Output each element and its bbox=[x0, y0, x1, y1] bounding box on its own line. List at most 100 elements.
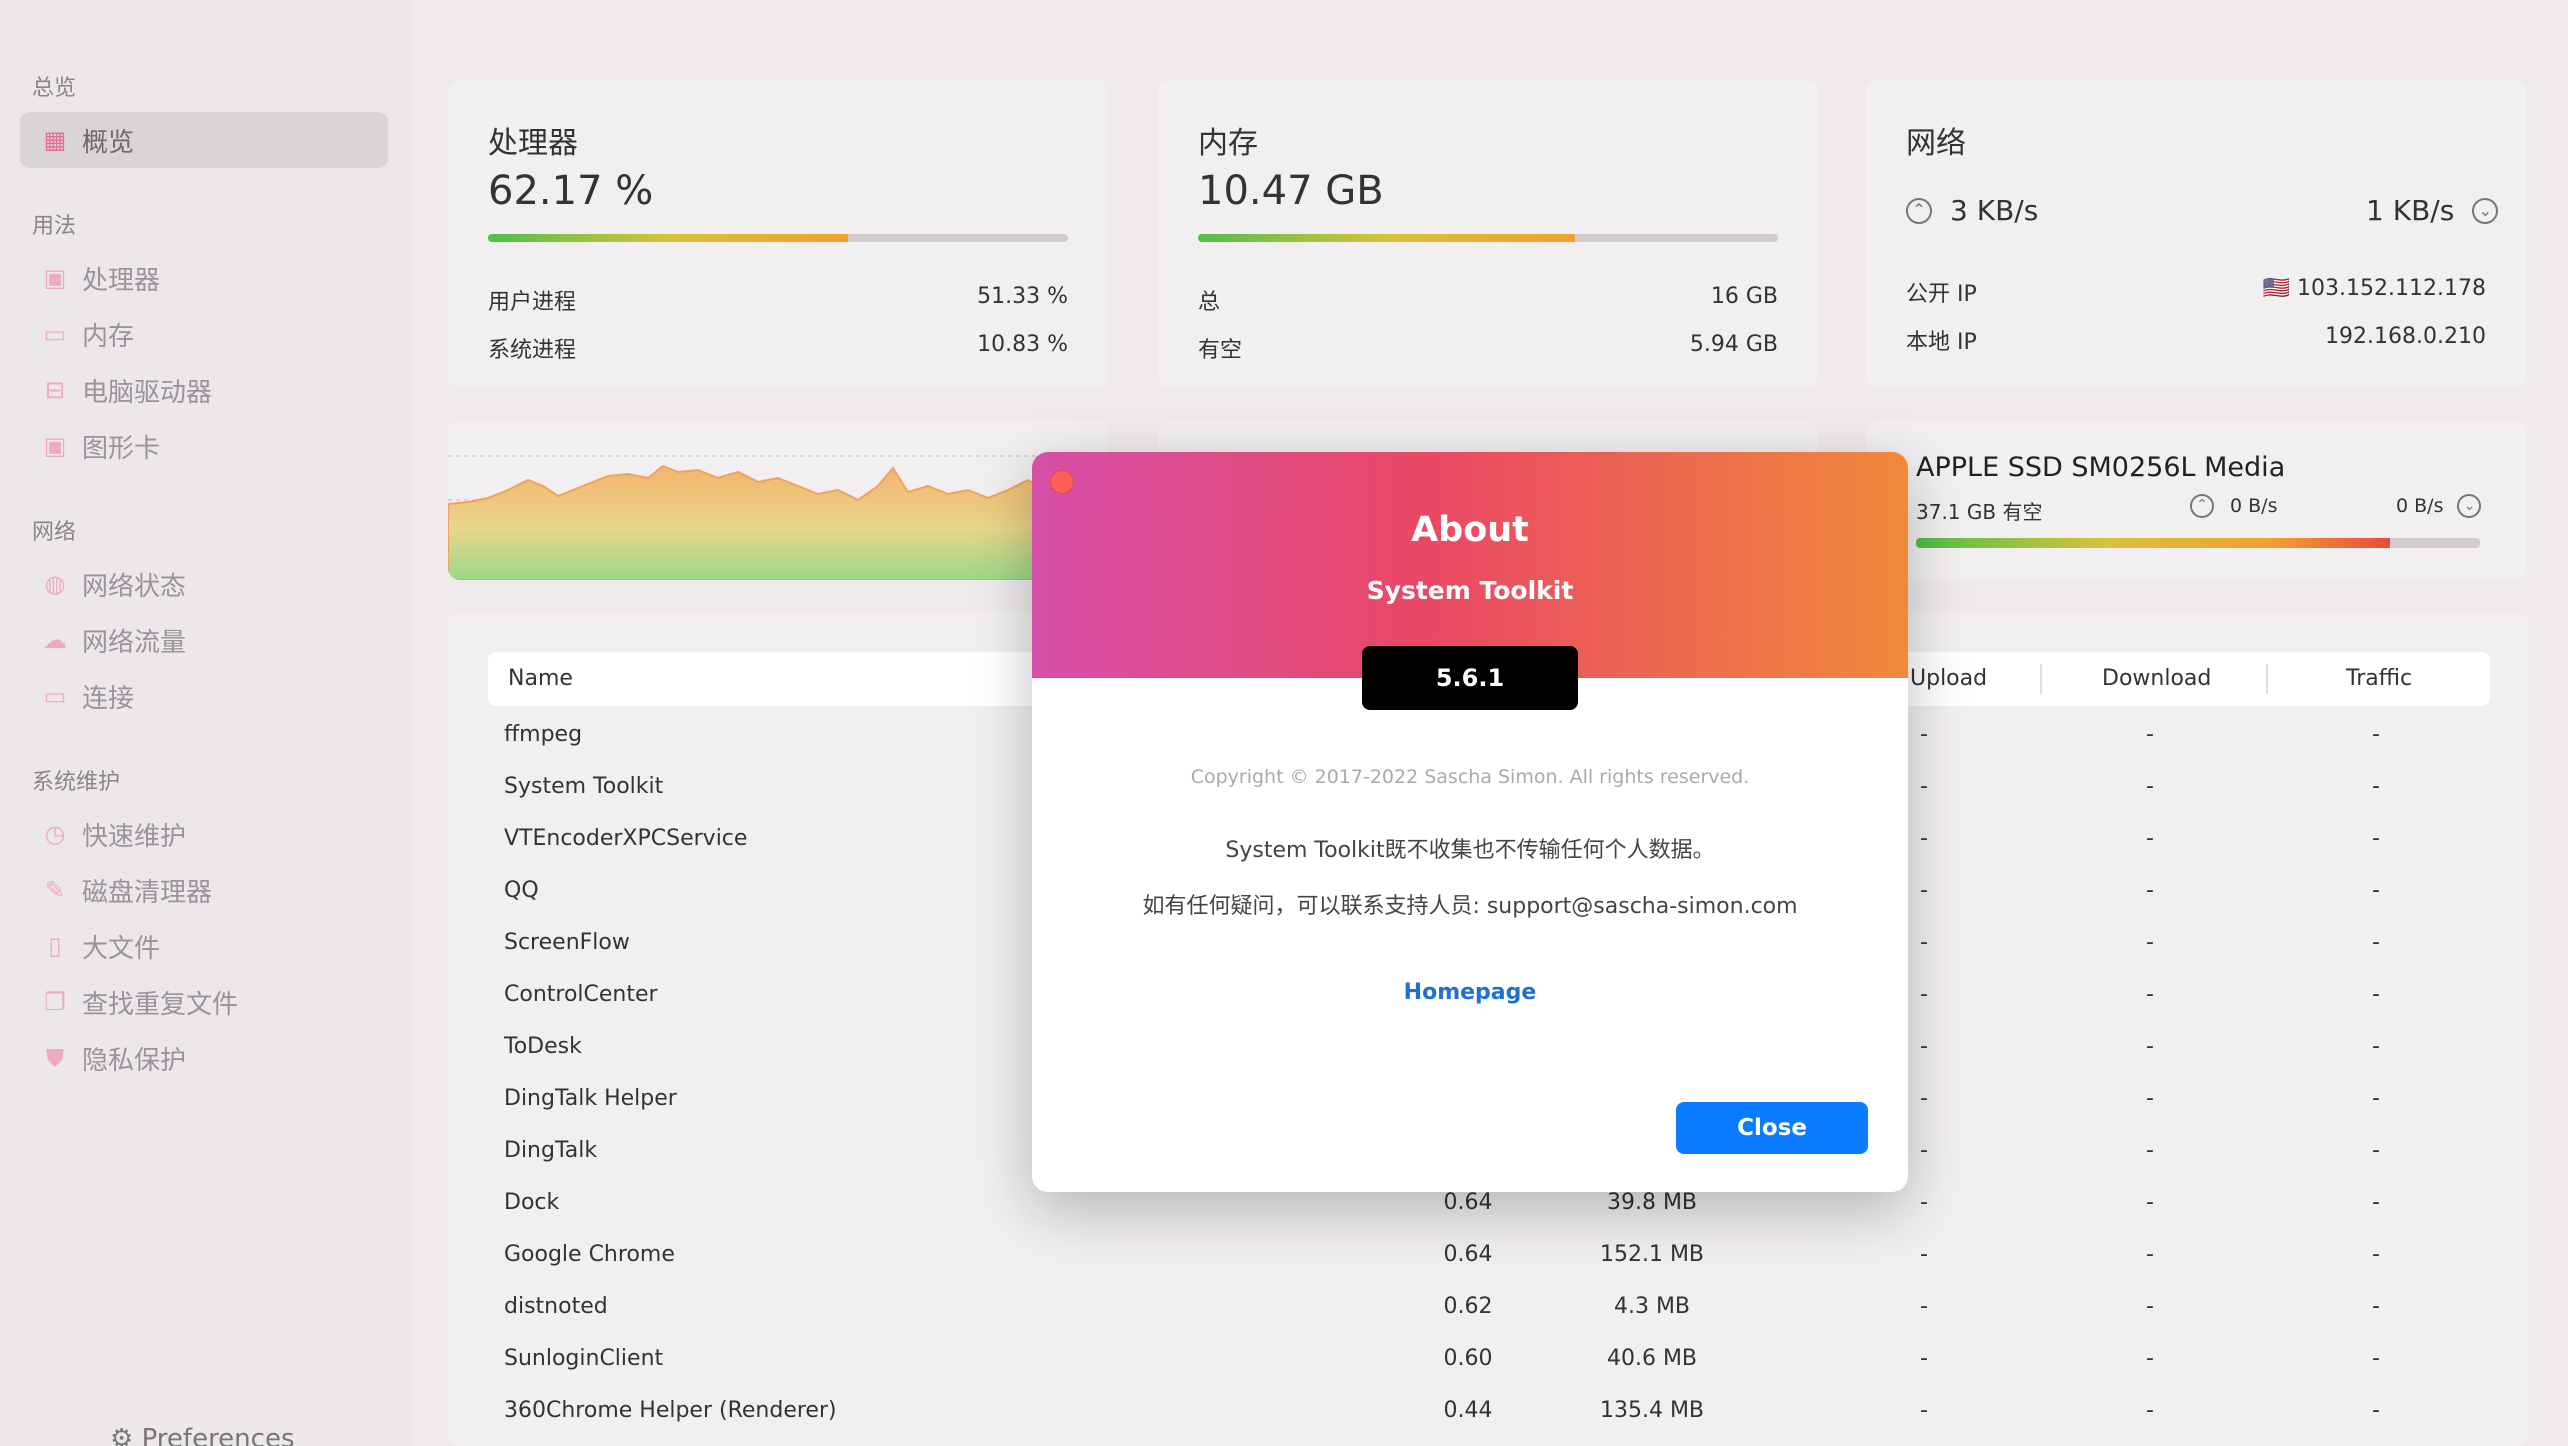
cpu-system-row: 系统进程 10.83 % bbox=[488, 332, 1068, 364]
column-header-upload[interactable]: Upload bbox=[1910, 652, 1987, 706]
version-badge: 5.6.1 bbox=[1362, 646, 1578, 710]
sidebar-item-gpu[interactable]: ▣ 图形卡 bbox=[20, 418, 388, 474]
column-header-name[interactable]: Name bbox=[508, 652, 573, 706]
process-download: - bbox=[2146, 1398, 2154, 1423]
sidebar-item-overview[interactable]: ▦ 概览 bbox=[20, 112, 388, 168]
cpu-title: 处理器 bbox=[488, 126, 578, 161]
table-row[interactable]: Google Chrome 0.64 152.1 MB - - - bbox=[488, 1228, 2490, 1280]
process-cpu: 0.44 bbox=[1443, 1398, 1493, 1423]
process-memory: 152.1 MB bbox=[1599, 1242, 1705, 1267]
preferences-link[interactable]: ⚙ Preferences bbox=[110, 1424, 295, 1446]
process-name: VTEncoderXPCService bbox=[504, 826, 748, 851]
disk-name: APPLE SSD SM0256L Media bbox=[1916, 452, 2286, 483]
sidebar-item-label: 磁盘清理器 bbox=[82, 877, 213, 908]
disk-free: 37.1 GB 有空 bbox=[1916, 500, 2043, 524]
sidebar-item-memory[interactable]: ▭ 内存 bbox=[20, 306, 388, 362]
cpu-user-row: 用户进程 51.33 % bbox=[488, 284, 1068, 316]
cpu-usage-bar bbox=[488, 234, 1068, 242]
row-label: 有空 bbox=[1198, 338, 1243, 363]
download-speed: 1 KB/s bbox=[2366, 194, 2455, 227]
row-value: 10.83 % bbox=[977, 332, 1068, 357]
sidebar-item-drives[interactable]: ⊟ 电脑驱动器 bbox=[20, 362, 388, 418]
monitor-icon: ▭ bbox=[43, 682, 67, 710]
process-traffic: - bbox=[2372, 1138, 2380, 1163]
sidebar-item-quick-maintenance[interactable]: ◷ 快速维护 bbox=[20, 806, 388, 862]
process-name: Google Chrome bbox=[504, 1242, 675, 1267]
process-memory: 39.8 MB bbox=[1606, 1190, 1698, 1215]
disk-usage-fill bbox=[1916, 538, 2390, 548]
sidebar-item-large-files[interactable]: ▯ 大文件 bbox=[20, 918, 388, 974]
disk-read: ⌃ 0 B/s bbox=[2190, 494, 2277, 518]
sidebar-item-label: 网络流量 bbox=[82, 627, 187, 658]
cpu-history-chart bbox=[448, 420, 1108, 580]
sidebar-section-overview: 总览 bbox=[32, 76, 77, 101]
copyright-text: Copyright © 2017-2022 Sascha Simon. All … bbox=[1190, 766, 1750, 788]
process-traffic: - bbox=[2372, 1294, 2380, 1319]
sidebar-item-label: 隐私保护 bbox=[82, 1045, 187, 1076]
process-name: ffmpeg bbox=[504, 722, 583, 747]
cloud-icon: ☁ bbox=[43, 626, 67, 654]
close-button[interactable]: Close bbox=[1676, 1102, 1868, 1154]
memory-value: 10.47 GB bbox=[1198, 168, 1384, 214]
process-traffic: - bbox=[2372, 878, 2380, 903]
shield-icon: ⛊ bbox=[46, 1044, 64, 1072]
sidebar-item-label: 内存 bbox=[82, 321, 135, 352]
memory-usage-fill bbox=[1198, 234, 1575, 242]
cpu-icon: ▣ bbox=[43, 264, 67, 292]
column-header-traffic[interactable]: Traffic bbox=[2346, 652, 2412, 706]
table-row[interactable]: 360Chrome Helper (Renderer) 0.44 135.4 MB -… bbox=[488, 1384, 2490, 1436]
sidebar-section-maintenance: 系统维护 bbox=[32, 770, 121, 795]
sidebar-item-connections[interactable]: ▭ 连接 bbox=[20, 668, 388, 724]
process-name: ScreenFlow bbox=[504, 930, 630, 955]
sidebar-item-cpu[interactable]: ▣ 处理器 bbox=[20, 250, 388, 306]
process-name: Dock bbox=[504, 1190, 560, 1215]
homepage-link[interactable]: Homepage bbox=[1032, 980, 1908, 1005]
memory-usage-bar bbox=[1198, 234, 1778, 242]
process-memory: 4.3 MB bbox=[1613, 1294, 1691, 1319]
disk-read-speed: 0 B/s bbox=[2230, 495, 2278, 517]
process-name: SunloginClient bbox=[504, 1346, 664, 1371]
process-traffic: - bbox=[2372, 930, 2380, 955]
memory-title: 内存 bbox=[1198, 126, 1258, 161]
network-title: 网络 bbox=[1906, 126, 1966, 161]
process-download: - bbox=[2146, 1086, 2154, 1111]
process-name: 360Chrome Helper (Renderer) bbox=[504, 1398, 837, 1423]
upload-arrow-icon: ⌃ bbox=[1906, 197, 1932, 224]
table-row[interactable]: distnoted 0.62 4.3 MB - - - bbox=[488, 1280, 2490, 1332]
dialog-close-dot[interactable] bbox=[1050, 470, 1074, 494]
sidebar-item-label: 快速维护 bbox=[82, 821, 187, 852]
process-download: - bbox=[2146, 1190, 2154, 1215]
process-name: distnoted bbox=[504, 1294, 608, 1319]
sidebar-item-network-traffic[interactable]: ☁ 网络流量 bbox=[20, 612, 388, 668]
sidebar-item-disk-cleaner[interactable]: ✎ 磁盘清理器 bbox=[20, 862, 388, 918]
sidebar-item-duplicates[interactable]: ❐ 查找重复文件 bbox=[20, 974, 388, 1030]
gear-icon: ⚙ bbox=[110, 1424, 134, 1446]
cpu-history-graph bbox=[448, 455, 1108, 580]
process-download: - bbox=[2146, 1242, 2154, 1267]
gpu-icon: ▣ bbox=[43, 432, 67, 460]
memory-total-row: 总 16 GB bbox=[1198, 284, 1778, 316]
sidebar-item-label: 图形卡 bbox=[82, 433, 161, 464]
column-header-download[interactable]: Download bbox=[2102, 652, 2211, 706]
sidebar-item-label: 查找重复文件 bbox=[82, 989, 239, 1020]
table-row[interactable]: SunloginClient 0.60 40.6 MB - - - bbox=[488, 1332, 2490, 1384]
grid-icon: ▦ bbox=[43, 126, 67, 154]
sidebar-item-label: 电脑驱动器 bbox=[82, 377, 213, 408]
sidebar-item-privacy[interactable]: ⛊ 隐私保护 bbox=[20, 1030, 388, 1086]
sidebar-section-usage: 用法 bbox=[32, 214, 77, 239]
sidebar: 总览 ▦ 概览 用法 ▣ 处理器 ▭ 内存 ⊟ 电脑驱动器 ▣ 图形卡 网络 ◍… bbox=[0, 0, 410, 1446]
disk-write: 0 B/s ⌄ bbox=[2396, 494, 2482, 518]
file-icon: ▯ bbox=[48, 932, 62, 960]
local-ip: 192.168.0.210 bbox=[2325, 324, 2486, 349]
process-traffic: - bbox=[2372, 1242, 2380, 1267]
public-ip: 103.152.112.178 bbox=[2297, 276, 2486, 301]
memory-free-row: 有空 5.94 GB bbox=[1198, 332, 1778, 364]
process-traffic: - bbox=[2372, 826, 2380, 851]
process-cpu: 0.60 bbox=[1443, 1346, 1493, 1371]
sidebar-item-network-status[interactable]: ◍ 网络状态 bbox=[20, 556, 388, 612]
process-memory: 135.4 MB bbox=[1599, 1398, 1705, 1423]
column-separator bbox=[2266, 664, 2268, 694]
row-label: 系统进程 bbox=[488, 338, 577, 363]
globe-icon: ◍ bbox=[44, 570, 66, 598]
app-window: 总览 ▦ 概览 用法 ▣ 处理器 ▭ 内存 ⊟ 电脑驱动器 ▣ 图形卡 网络 ◍… bbox=[0, 0, 2568, 1446]
